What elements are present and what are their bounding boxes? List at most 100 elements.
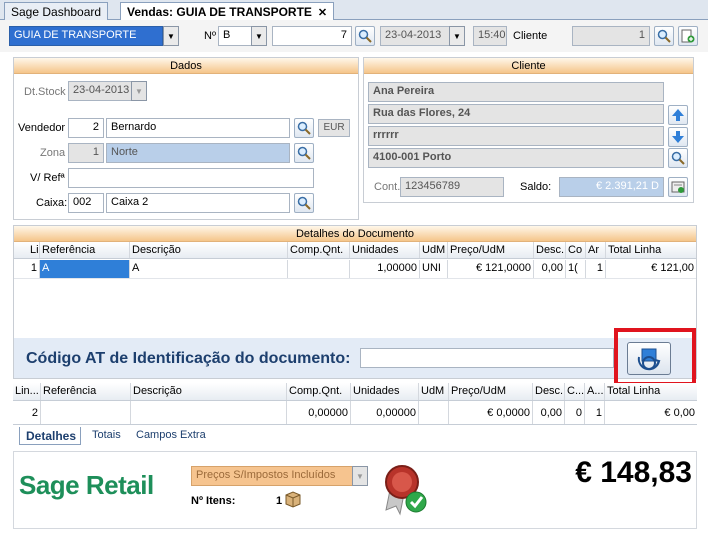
column-header[interactable]: Desc. bbox=[534, 242, 566, 258]
row-cell[interactable]: 1 bbox=[586, 260, 606, 278]
row-cell[interactable] bbox=[131, 401, 287, 424]
row-cell[interactable]: 0,00 bbox=[534, 260, 566, 278]
caixa-num-field[interactable]: 002 bbox=[68, 193, 104, 213]
row-cell[interactable]: € 121,0000 bbox=[448, 260, 534, 278]
row-cell[interactable] bbox=[419, 401, 449, 424]
search-icon[interactable] bbox=[668, 148, 688, 168]
price-mode-select[interactable]: Preços S/Impostos Incluídos bbox=[191, 466, 353, 486]
column-header[interactable]: Comp.Qnt. bbox=[287, 383, 351, 400]
row-cell[interactable]: 0,00000 bbox=[287, 401, 351, 424]
column-header[interactable]: Descrição bbox=[130, 242, 288, 258]
tab-totais[interactable]: Totais bbox=[92, 429, 121, 441]
zona-label: Zona bbox=[40, 147, 66, 159]
row-cell[interactable]: A bbox=[130, 260, 288, 278]
row-cell[interactable]: 0 bbox=[565, 401, 585, 424]
detalhes-title: Detalhes do Documento bbox=[14, 226, 696, 242]
column-header[interactable]: Unidades bbox=[351, 383, 419, 400]
chevron-down-icon[interactable]: ▼ bbox=[131, 81, 147, 101]
arrow-up-icon[interactable] bbox=[668, 105, 688, 125]
row-cell[interactable] bbox=[41, 401, 131, 424]
table-row[interactable]: 2 0,00000 0,00000 € 0,0000 0,00 0 1 € 0,… bbox=[13, 401, 697, 425]
column-header[interactable]: Descrição bbox=[131, 383, 287, 400]
vendedor-label: Vendedor bbox=[18, 122, 66, 134]
row-cell[interactable]: 1 bbox=[585, 401, 605, 424]
search-icon[interactable] bbox=[294, 143, 314, 163]
row-cell[interactable]: 2 bbox=[13, 401, 41, 424]
column-header[interactable]: Preço/UdM bbox=[449, 383, 533, 400]
column-header[interactable]: Li bbox=[14, 242, 40, 258]
caixa-name-field[interactable]: Caixa 2 bbox=[106, 193, 290, 213]
row-cell[interactable]: 1( bbox=[566, 260, 586, 278]
chevron-down-icon[interactable]: ▼ bbox=[449, 26, 465, 46]
column-header[interactable]: Lin... bbox=[13, 383, 41, 400]
search-icon[interactable] bbox=[355, 26, 375, 46]
column-header[interactable]: Ar bbox=[586, 242, 606, 258]
column-header[interactable]: UdM bbox=[419, 383, 449, 400]
column-header[interactable]: C... bbox=[565, 383, 585, 400]
search-icon[interactable] bbox=[654, 26, 674, 46]
chevron-down-icon[interactable]: ▼ bbox=[163, 26, 179, 46]
tab-vendas-guia[interactable]: Vendas: GUIA DE TRANSPORTE ✕ bbox=[120, 2, 335, 21]
at-code-input[interactable] bbox=[360, 348, 614, 368]
cliente-codpostal-field[interactable]: 4100-001 Porto bbox=[368, 148, 664, 168]
zona-num-field[interactable]: 1 bbox=[68, 143, 104, 163]
chevron-down-icon[interactable]: ▼ bbox=[251, 26, 267, 46]
serie-select[interactable]: B bbox=[218, 26, 252, 46]
vref-field[interactable] bbox=[68, 168, 314, 188]
cliente-localidade-field[interactable]: rrrrrr bbox=[368, 126, 664, 146]
date-field[interactable]: 23-04-2013 bbox=[380, 26, 450, 46]
itens-label: Nº Itens: bbox=[191, 495, 236, 507]
time-field[interactable]: 15:40 bbox=[473, 26, 507, 46]
tab-bar: Sage Dashboard Vendas: GUIA DE TRANSPORT… bbox=[0, 0, 708, 21]
close-icon[interactable]: ✕ bbox=[318, 7, 327, 19]
dtstock-field[interactable]: 23-04-2013 bbox=[68, 81, 132, 101]
row-cell[interactable]: 0,00 bbox=[533, 401, 565, 424]
at-communicate-button[interactable] bbox=[627, 342, 671, 375]
row-cell[interactable]: € 121,00 bbox=[606, 260, 696, 278]
row-cell[interactable]: UNI bbox=[420, 260, 448, 278]
column-header[interactable]: Total Linha bbox=[606, 242, 696, 258]
row-cell[interactable]: 1 bbox=[14, 260, 40, 278]
certified-seal-icon[interactable] bbox=[380, 460, 430, 519]
account-statement-icon[interactable] bbox=[668, 177, 688, 197]
column-header[interactable]: Desc. bbox=[533, 383, 565, 400]
column-header[interactable]: A... bbox=[585, 383, 605, 400]
row-cell[interactable] bbox=[288, 260, 350, 278]
cliente-nome-field[interactable]: Ana Pereira bbox=[368, 82, 664, 102]
row-cell[interactable]: A bbox=[40, 260, 130, 278]
cliente-label: Cliente bbox=[513, 30, 548, 42]
search-icon[interactable] bbox=[294, 118, 314, 138]
vendedor-num-field[interactable]: 2 bbox=[68, 118, 104, 138]
arrow-down-icon[interactable] bbox=[668, 127, 688, 147]
row-cell[interactable]: 0,00000 bbox=[351, 401, 419, 424]
table-row[interactable]: 1 A A 1,00000 UNI € 121,0000 0,00 1( 1 €… bbox=[14, 260, 696, 279]
column-header[interactable]: Preço/UdM bbox=[448, 242, 534, 258]
tab-label: Vendas: GUIA DE TRANSPORTE bbox=[127, 5, 312, 19]
new-client-icon[interactable] bbox=[678, 26, 698, 46]
contribuinte-field[interactable]: 123456789 bbox=[400, 177, 504, 197]
search-icon[interactable] bbox=[294, 193, 314, 213]
cliente-num-field[interactable]: 1 bbox=[572, 26, 650, 46]
doc-type-select[interactable]: GUIA DE TRANSPORTE bbox=[9, 26, 163, 46]
vendedor-name-field[interactable]: Bernardo bbox=[106, 118, 290, 138]
column-header[interactable]: Referência bbox=[40, 242, 130, 258]
column-header[interactable]: Referência bbox=[41, 383, 131, 400]
column-header[interactable]: Total Linha bbox=[605, 383, 697, 400]
column-header[interactable]: Co bbox=[566, 242, 586, 258]
column-header[interactable]: Unidades bbox=[350, 242, 420, 258]
column-header[interactable]: Comp.Qnt. bbox=[288, 242, 350, 258]
chevron-down-icon[interactable]: ▼ bbox=[352, 466, 368, 486]
numero-field[interactable]: 7 bbox=[272, 26, 352, 46]
cliente-morada-field[interactable]: Rua das Flores, 24 bbox=[368, 104, 664, 124]
row-cell[interactable]: € 0,0000 bbox=[449, 401, 533, 424]
dtstock-label: Dt.Stock bbox=[24, 86, 66, 98]
row-cell[interactable]: 1,00000 bbox=[350, 260, 420, 278]
caixa-label: Caixa: bbox=[36, 197, 68, 209]
tab-campos-extra[interactable]: Campos Extra bbox=[136, 429, 206, 441]
row-cell[interactable]: € 0,00 bbox=[605, 401, 697, 424]
vref-label: V/ Refª bbox=[30, 172, 65, 184]
tab-sage-dashboard[interactable]: Sage Dashboard bbox=[4, 2, 109, 20]
column-header[interactable]: UdM bbox=[420, 242, 448, 258]
tab-detalhes[interactable]: Detalhes bbox=[19, 427, 81, 445]
zona-name-field[interactable]: Norte bbox=[106, 143, 290, 163]
